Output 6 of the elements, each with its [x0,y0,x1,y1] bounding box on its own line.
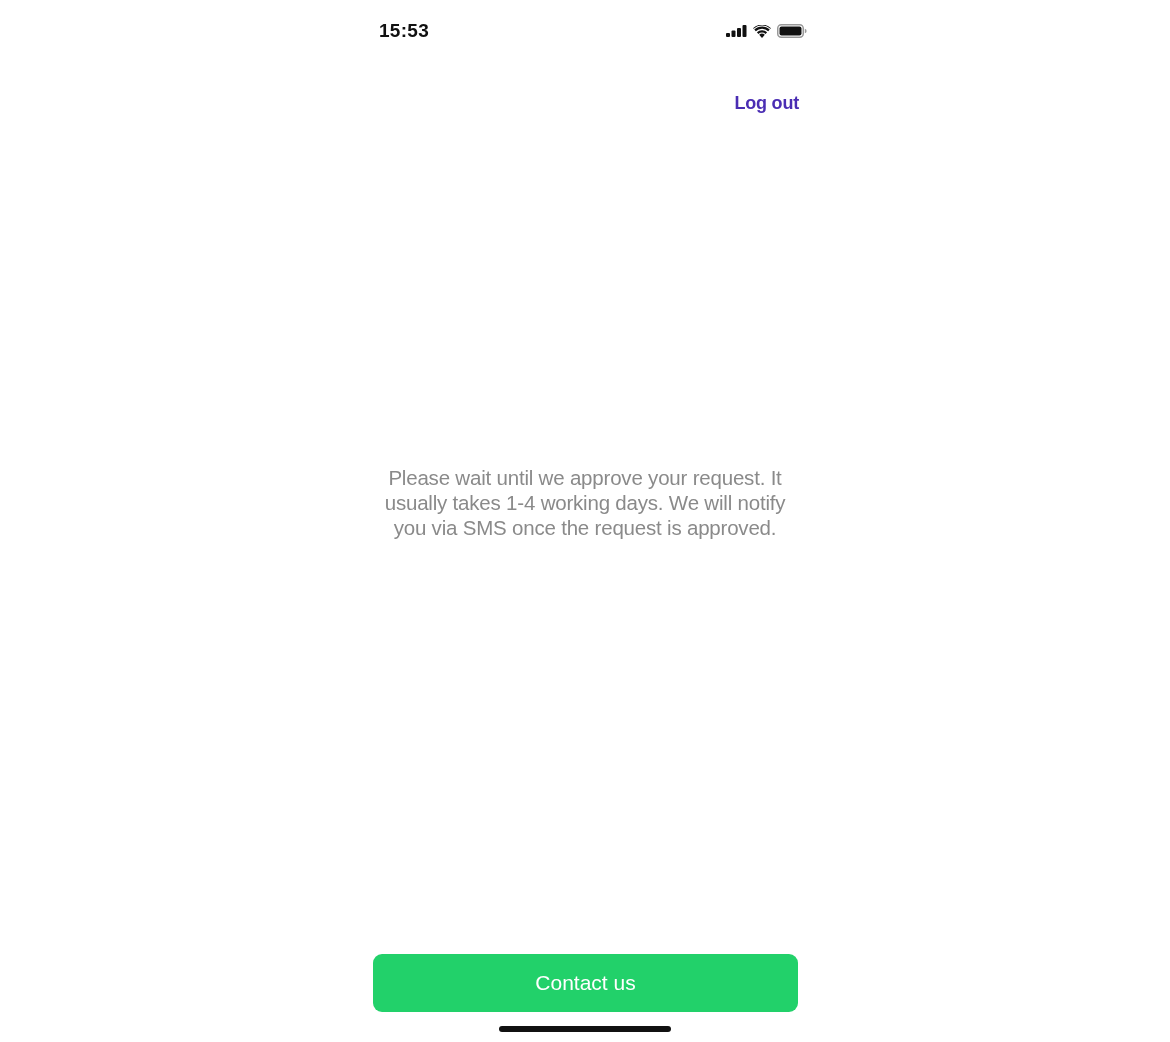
log-out-link[interactable]: Log out [734,93,799,115]
status-time: 15:53 [379,20,430,42]
battery-icon [777,24,807,38]
wifi-icon [753,24,771,38]
approval-message: Please wait until we approve your request. It usually takes 1-4 working days. We will notify you via SMS once the request is approved. [383,464,787,540]
signal-icon [726,25,747,37]
